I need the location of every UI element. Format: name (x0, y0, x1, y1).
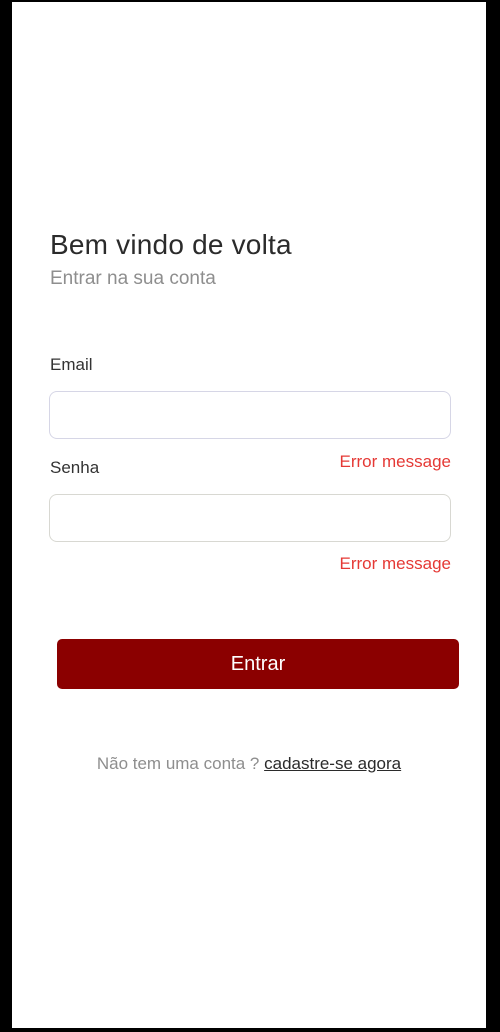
email-input[interactable] (49, 391, 451, 439)
password-label: Senha (50, 458, 100, 477)
email-error-message: Error message (339, 452, 451, 471)
app-frame: Bem vindo de volta Entrar na sua conta E… (12, 2, 486, 1028)
signup-prompt: Não tem uma conta ? (96, 754, 265, 773)
login-screen: Bem vindo de volta Entrar na sua conta E… (12, 2, 486, 1028)
page-title: Bem vindo de volta (50, 229, 292, 260)
login-button[interactable]: Entrar (57, 639, 459, 689)
signup-row: Não tem uma conta ? cadastre-se agora (12, 754, 486, 774)
password-error-message: Error message (339, 554, 451, 573)
signup-link[interactable]: cadastre-se agora (264, 754, 401, 773)
password-input[interactable] (49, 494, 451, 542)
email-label: Email (50, 355, 93, 374)
page-subtitle: Entrar na sua conta (50, 268, 216, 289)
